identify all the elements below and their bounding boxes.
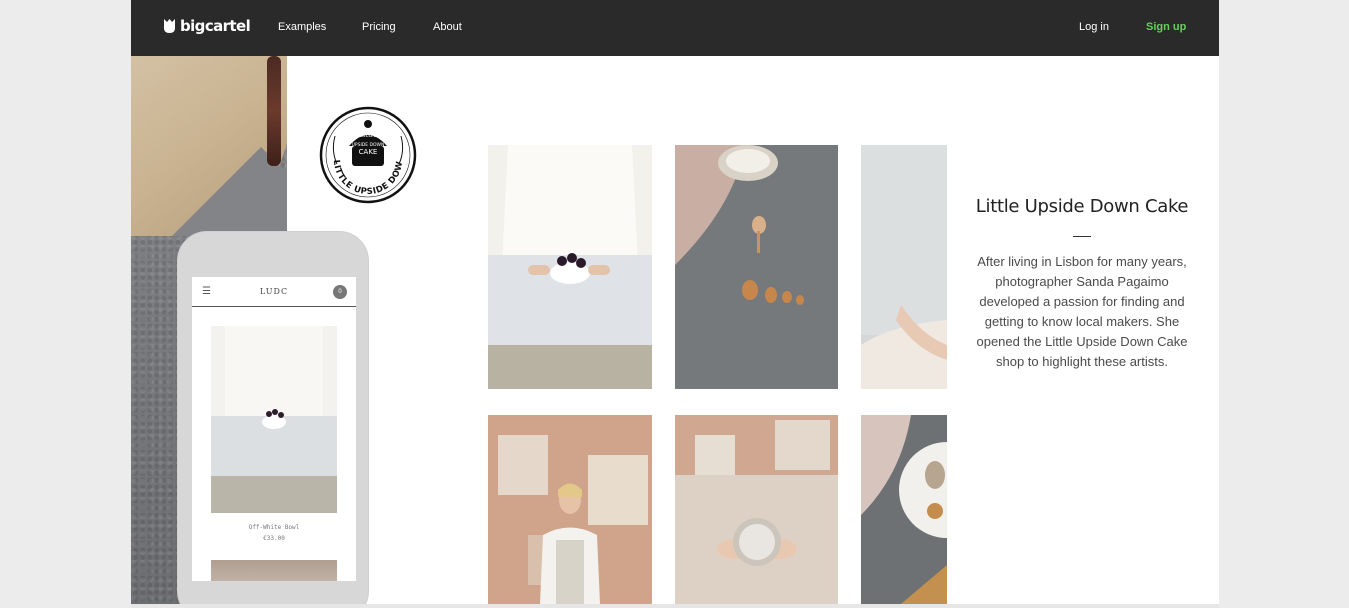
store-description: After living in Lisbon for many years, p… bbox=[976, 254, 1188, 369]
title-divider bbox=[1073, 236, 1091, 237]
phone-product-image bbox=[211, 326, 337, 513]
phone-mockup: ☰ LUDC 0 Off-White Bowl €33.00 bbox=[177, 231, 369, 604]
phone-product-name: Off-White Bowl bbox=[248, 524, 300, 531]
signup-link[interactable]: Sign up bbox=[1146, 21, 1186, 33]
nav-link-about[interactable]: About bbox=[433, 21, 462, 33]
top-navigation: bigcartel Examples Pricing About Log in … bbox=[131, 0, 1219, 56]
nav-link-pricing[interactable]: Pricing bbox=[362, 21, 396, 33]
gallery-image-plate-food[interactable] bbox=[861, 415, 947, 604]
phone-product-image-2 bbox=[211, 560, 337, 581]
badge-bottom-text: CAKE bbox=[359, 148, 378, 156]
gallery-image-wooden-spoons[interactable] bbox=[675, 145, 838, 389]
gallery-image-woman-apron[interactable] bbox=[488, 415, 652, 604]
page-bottom-edge bbox=[131, 604, 1219, 608]
cart-count-badge: 0 bbox=[333, 285, 347, 299]
gallery-image-hands-bowl[interactable] bbox=[675, 415, 838, 604]
nav-link-examples[interactable]: Examples bbox=[278, 21, 326, 33]
login-link[interactable]: Log in bbox=[1079, 21, 1109, 33]
page: bigcartel Examples Pricing About Log in … bbox=[131, 0, 1219, 604]
bigcartel-logo-icon bbox=[164, 19, 175, 33]
cutting-board-photo bbox=[131, 56, 287, 236]
phone-screen: ☰ LUDC 0 Off-White Bowl €33.00 bbox=[192, 277, 356, 581]
gallery-image-wall-arm[interactable] bbox=[861, 145, 947, 389]
badge-top-text: Little bbox=[358, 131, 378, 139]
brand-name: bigcartel bbox=[180, 17, 251, 35]
store-logo-badge: Little UPSIDE DOWN CAKE LITTLE UPSIDE DO… bbox=[319, 106, 417, 204]
phone-product-price: €33.00 bbox=[263, 535, 285, 542]
phone-shop-title: LUDC bbox=[259, 287, 289, 296]
brand-logo[interactable]: bigcartel bbox=[163, 17, 251, 35]
store-title: Little Upside Down Cake bbox=[975, 196, 1189, 217]
gallery-image-bowl-cherries[interactable] bbox=[488, 145, 652, 389]
